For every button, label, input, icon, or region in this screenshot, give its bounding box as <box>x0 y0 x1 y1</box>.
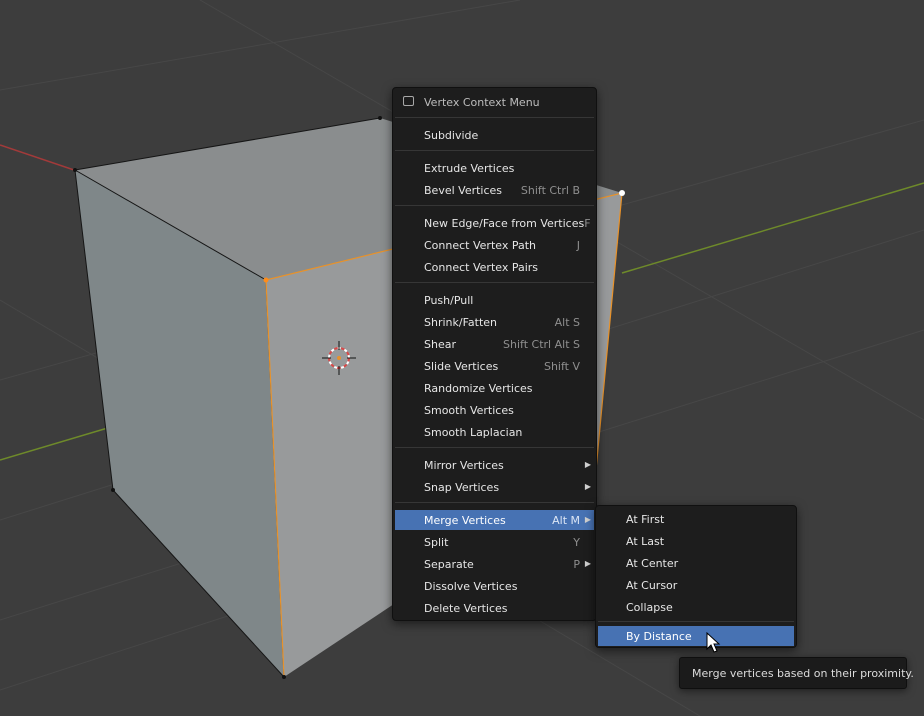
menu-item-label: Dissolve Vertices <box>424 579 518 593</box>
menu-item-merge-vertices[interactable]: Merge Vertices Alt M ▶ <box>395 510 594 530</box>
menu-item-label: Smooth Vertices <box>424 403 514 417</box>
tooltip-text: Merge vertices based on their proximity. <box>692 666 914 680</box>
menu-item-shortcut: J <box>576 238 580 252</box>
menu-item-new-edge-face[interactable]: New Edge/Face from Vertices F <box>395 213 594 233</box>
menu-separator <box>395 205 594 206</box>
menu-title: Vertex Context Menu <box>424 95 540 109</box>
menu-item-extrude-vertices[interactable]: Extrude Vertices <box>395 158 594 178</box>
menu-item-label: New Edge/Face from Vertices <box>424 216 585 230</box>
submenu-arrow-icon: ▶ <box>584 482 591 491</box>
menu-item-label: Smooth Laplacian <box>424 425 523 439</box>
menu-item-shortcut: Shift V <box>543 359 580 373</box>
menu-item-connect-vertex-path[interactable]: Connect Vertex Path J <box>395 235 594 255</box>
menu-item-smooth-vertices[interactable]: Smooth Vertices <box>395 400 594 420</box>
vertex-selected <box>263 277 269 283</box>
menu-item-shear[interactable]: Shear Shift Ctrl Alt S <box>395 334 594 354</box>
menu-item-bevel-vertices[interactable]: Bevel Vertices Shift Ctrl B <box>395 180 594 200</box>
merge-vertices-submenu: At First At Last At Center At Cursor Col… <box>595 505 797 648</box>
menu-item-label: Randomize Vertices <box>424 381 533 395</box>
submenu-item-at-first[interactable]: At First <box>598 509 794 529</box>
menu-separator <box>395 502 594 503</box>
menu-item-label: Subdivide <box>424 128 479 142</box>
menu-separator <box>598 621 794 622</box>
submenu-item-at-last[interactable]: At Last <box>598 531 794 551</box>
submenu-item-label: At Center <box>626 556 679 570</box>
menu-item-label: Shear <box>424 337 456 351</box>
tooltip: Merge vertices based on their proximity. <box>679 657 914 689</box>
menu-item-label: Delete Vertices <box>424 601 508 615</box>
vertex-active <box>619 190 625 196</box>
menu-item-shortcut: F <box>584 216 591 230</box>
menu-item-dissolve-vertices[interactable]: Dissolve Vertices <box>395 576 594 596</box>
menu-item-label: Extrude Vertices <box>424 161 515 175</box>
menu-item-label: Connect Vertex Pairs <box>424 260 539 274</box>
menu-item-label: Shrink/Fatten <box>424 315 498 329</box>
submenu-item-collapse[interactable]: Collapse <box>598 597 794 617</box>
submenu-item-label: Collapse <box>626 600 673 614</box>
menu-item-connect-vertex-pairs[interactable]: Connect Vertex Pairs <box>395 257 594 277</box>
menu-item-shrink-fatten[interactable]: Shrink/Fatten Alt S <box>395 312 594 332</box>
menu-item-shortcut: P <box>573 557 580 571</box>
menu-item-shortcut: Shift Ctrl B <box>520 183 580 197</box>
menu-item-label: Separate <box>424 557 474 571</box>
menu-item-slide-vertices[interactable]: Slide Vertices Shift V <box>395 356 594 376</box>
menu-item-label: Snap Vertices <box>424 480 500 494</box>
menu-item-shortcut: Shift Ctrl Alt S <box>503 337 580 351</box>
menu-separator <box>395 447 594 448</box>
menu-item-separate[interactable]: Separate P ▶ <box>395 554 594 574</box>
menu-item-label: Slide Vertices <box>424 359 499 373</box>
vertex-menu-icon <box>403 96 414 106</box>
submenu-arrow-icon: ▶ <box>584 559 591 568</box>
menu-item-snap-vertices[interactable]: Snap Vertices ▶ <box>395 477 594 497</box>
submenu-item-at-center[interactable]: At Center <box>598 553 794 573</box>
menu-item-shortcut: Alt M <box>552 513 580 527</box>
submenu-arrow-icon: ▶ <box>584 460 591 469</box>
menu-item-label: Push/Pull <box>424 293 474 307</box>
menu-item-label: Connect Vertex Path <box>424 238 536 252</box>
menu-item-label: Mirror Vertices <box>424 458 504 472</box>
vertex <box>111 488 115 492</box>
submenu-arrow-icon: ▶ <box>584 515 591 524</box>
menu-item-shortcut: Alt S <box>554 315 580 329</box>
menu-separator <box>395 117 594 118</box>
submenu-item-label: By Distance <box>626 629 692 643</box>
menu-item-push-pull[interactable]: Push/Pull <box>395 290 594 310</box>
vertex <box>282 675 286 679</box>
vertex <box>378 116 382 120</box>
menu-item-delete-vertices[interactable]: Delete Vertices <box>395 598 594 618</box>
submenu-item-label: At Cursor <box>626 578 678 592</box>
submenu-item-label: At First <box>626 512 665 526</box>
menu-separator <box>395 150 594 151</box>
menu-item-mirror-vertices[interactable]: Mirror Vertices ▶ <box>395 455 594 475</box>
menu-item-subdivide[interactable]: Subdivide <box>395 125 594 145</box>
menu-item-label: Merge Vertices <box>424 513 506 527</box>
submenu-item-label: At Last <box>626 534 665 548</box>
vertex <box>73 168 77 172</box>
submenu-item-at-cursor[interactable]: At Cursor <box>598 575 794 595</box>
menu-header: Vertex Context Menu <box>395 92 594 112</box>
menu-item-shortcut: Y <box>573 535 580 549</box>
menu-item-label: Bevel Vertices <box>424 183 503 197</box>
menu-separator <box>395 282 594 283</box>
menu-item-randomize-vertices[interactable]: Randomize Vertices <box>395 378 594 398</box>
menu-item-split[interactable]: Split Y <box>395 532 594 552</box>
vertex-context-menu: Vertex Context Menu Subdivide Extrude Ve… <box>392 87 597 621</box>
submenu-item-by-distance[interactable]: By Distance <box>598 626 794 646</box>
menu-item-label: Split <box>424 535 449 549</box>
mouse-pointer-icon <box>706 632 721 653</box>
menu-item-smooth-laplacian[interactable]: Smooth Laplacian <box>395 422 594 442</box>
